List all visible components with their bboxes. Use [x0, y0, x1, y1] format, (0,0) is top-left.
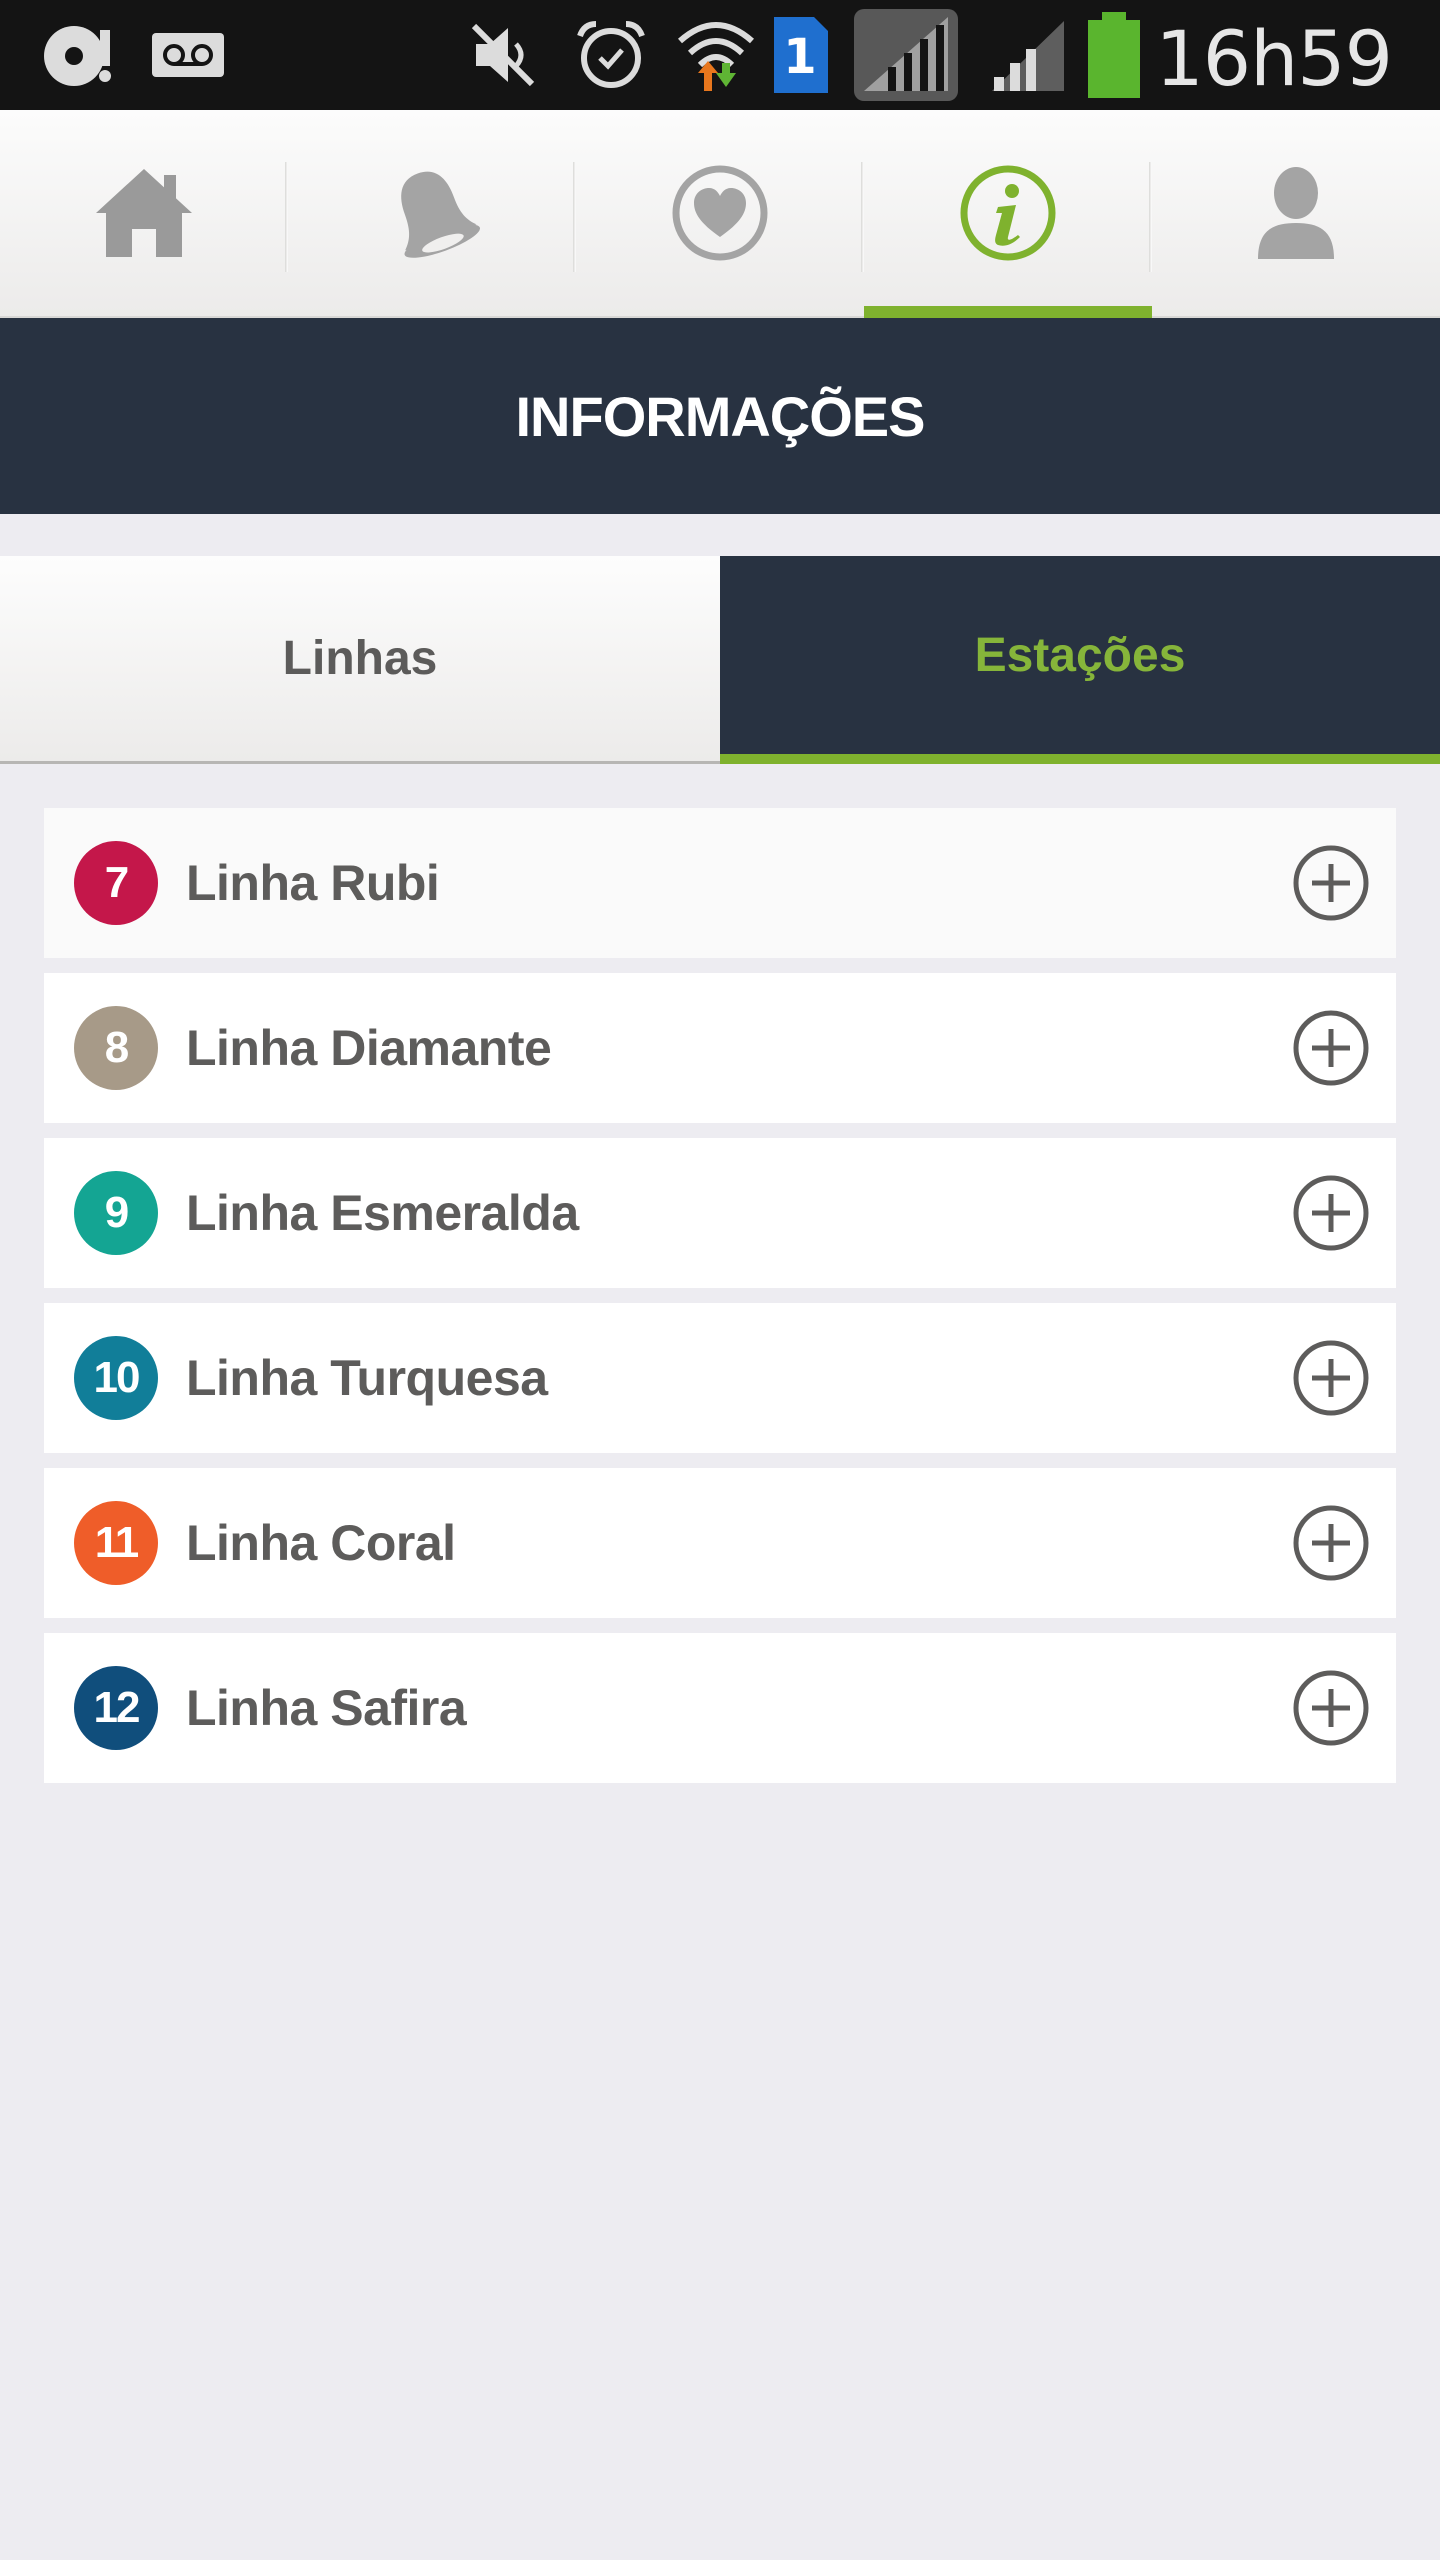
line-name: Linha Rubi — [186, 855, 440, 911]
sim-slot-number: 1 — [783, 29, 816, 85]
line-name: Linha Coral — [186, 1515, 456, 1571]
list-item[interactable]: 9 Linha Esmeralda — [44, 1138, 1396, 1288]
signal-icon — [988, 0, 1068, 110]
lines-list: 7 Linha Rubi 8 Linha Diamante 9 Linha Es… — [44, 808, 1396, 1798]
line-number-badge: 9 — [74, 1171, 158, 1255]
status-clock: 16h59 — [1155, 13, 1393, 103]
expand-plus-icon[interactable] — [1292, 1339, 1370, 1417]
nav-tab-profile[interactable] — [1152, 110, 1440, 316]
top-nav — [0, 110, 1440, 318]
expand-plus-icon[interactable] — [1292, 1504, 1370, 1582]
voicemail-disc-icon — [38, 0, 124, 110]
line-name: Linha Safira — [186, 1680, 467, 1736]
line-name: Linha Turquesa — [186, 1350, 548, 1406]
line-number-badge: 12 — [74, 1666, 158, 1750]
voicemail-tape-icon — [150, 0, 226, 110]
nav-tab-info[interactable] — [864, 110, 1152, 318]
page-title: INFORMAÇÕES — [515, 384, 926, 448]
home-icon — [96, 169, 192, 257]
segmented-control: Linhas Estações — [0, 556, 1440, 764]
mute-icon — [468, 0, 538, 110]
info-icon — [960, 165, 1056, 261]
nav-tab-home[interactable] — [0, 110, 288, 316]
battery-icon — [1086, 0, 1142, 110]
line-name: Linha Esmeralda — [186, 1185, 579, 1241]
nav-tab-favorites[interactable] — [576, 110, 864, 316]
list-item[interactable]: 12 Linha Safira — [44, 1633, 1396, 1783]
status-bar: 1 16h59 — [0, 0, 1440, 110]
sim-card-icon: 1 — [770, 0, 832, 110]
expand-plus-icon[interactable] — [1292, 1009, 1370, 1087]
active-tab-indicator — [864, 306, 1152, 318]
list-item[interactable]: 8 Linha Diamante — [44, 973, 1396, 1123]
tab-linhas[interactable]: Linhas — [0, 556, 720, 764]
list-item[interactable]: 7 Linha Rubi — [44, 808, 1396, 958]
line-number-badge: 7 — [74, 841, 158, 925]
user-icon — [1258, 167, 1334, 259]
bell-icon — [401, 171, 480, 258]
expand-plus-icon[interactable] — [1292, 1174, 1370, 1252]
wifi-icon — [676, 0, 756, 110]
heart-icon — [672, 165, 768, 261]
expand-plus-icon[interactable] — [1292, 1669, 1370, 1747]
line-number-badge: 11 — [74, 1501, 158, 1585]
signal-icon — [852, 0, 962, 110]
tab-estacoes[interactable]: Estações — [720, 556, 1440, 764]
line-number-badge: 10 — [74, 1336, 158, 1420]
list-item[interactable]: 10 Linha Turquesa — [44, 1303, 1396, 1453]
line-number-badge: 8 — [74, 1006, 158, 1090]
alarm-icon — [574, 0, 648, 110]
nav-tab-notifications[interactable] — [288, 110, 576, 316]
expand-plus-icon[interactable] — [1292, 844, 1370, 922]
line-name: Linha Diamante — [186, 1020, 552, 1076]
page-header: INFORMAÇÕES — [0, 318, 1440, 514]
list-item[interactable]: 11 Linha Coral — [44, 1468, 1396, 1618]
